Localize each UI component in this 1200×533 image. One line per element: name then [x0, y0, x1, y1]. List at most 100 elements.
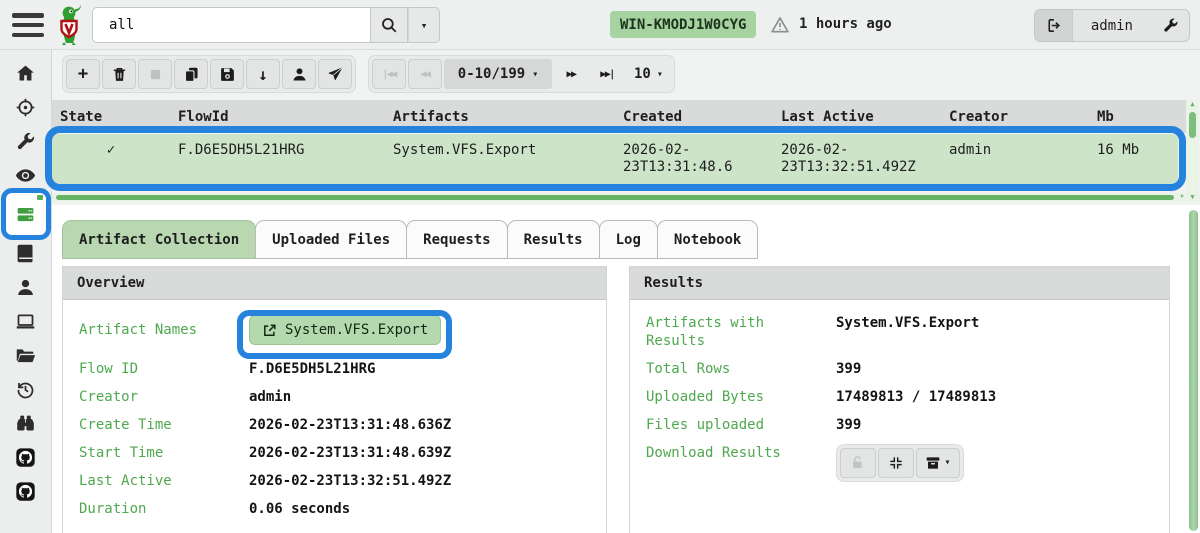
search-button[interactable] — [370, 7, 408, 43]
tab-log[interactable]: Log — [598, 220, 658, 259]
sidebar-item-github-repo[interactable] — [8, 474, 44, 508]
flow-table-row[interactable]: ✓ F.D6E5DH5L21HRG System.VFS.Export 2026… — [52, 134, 1178, 184]
vscroll-thumb[interactable] — [1189, 112, 1196, 138]
launch-flow-button[interactable] — [318, 59, 352, 89]
github-icon — [15, 447, 36, 468]
laptop-icon — [15, 311, 36, 332]
flow-creator-cell: admin — [949, 142, 992, 158]
pagination-group: |◀◀ ◀◀ 0-10/199 ▾ ▶▶ ▶▶| 10 ▾ — [368, 55, 675, 93]
sidebar-item-users[interactable] — [8, 270, 44, 304]
hscroll-thumb[interactable] — [56, 195, 1174, 200]
col-flowid[interactable]: FlowId — [170, 109, 385, 125]
sidebar-item-search[interactable] — [8, 406, 44, 440]
user-settings-button[interactable] — [1151, 10, 1189, 41]
overview-card-title: Overview — [63, 267, 606, 300]
copy-icon — [183, 66, 200, 83]
overview-row-start-time: Start Time 2026-02-23T13:31:48.639Z — [79, 444, 590, 462]
flows-table-header: State FlowId Artifacts Created Last Acti… — [52, 100, 1186, 133]
col-last-active[interactable]: Last Active — [773, 109, 941, 125]
table-horizontal-scrollbar[interactable]: ▸ — [52, 191, 1186, 202]
sidebar-item-vfs[interactable] — [8, 338, 44, 372]
sidebar-item-server-events[interactable] — [8, 158, 44, 192]
artifact-names-label: Artifact Names — [79, 322, 198, 338]
top-bar: ▾ WIN-KMODJ1W0CYG 1 hours ago admin — [0, 0, 1200, 50]
hostname-badge[interactable]: WIN-KMODJ1W0CYG — [610, 11, 757, 38]
scroll-right-icon[interactable]: ▸ — [1180, 191, 1185, 200]
sidebar-nav — [0, 50, 52, 533]
folder-open-icon — [15, 345, 36, 366]
sidebar-item-notebooks[interactable] — [8, 236, 44, 270]
col-mb[interactable]: Mb — [1089, 109, 1186, 125]
tab-uploaded-files[interactable]: Uploaded Files — [255, 220, 408, 259]
overview-row-create-time: Create Time 2026-02-23T13:31:48.636Z — [79, 416, 590, 434]
delete-flow-button[interactable] — [102, 59, 136, 89]
page-size-dropdown[interactable]: 10 ▾ — [626, 66, 671, 82]
logout-icon — [1045, 17, 1062, 34]
prev-page-button[interactable]: ◀◀ — [408, 59, 442, 89]
first-page-button[interactable]: |◀◀ — [372, 59, 406, 89]
sidebar-item-hunts[interactable] — [8, 90, 44, 124]
copy-flow-button[interactable] — [174, 59, 208, 89]
row-value: F.D6E5DH5L21HRG — [249, 361, 376, 377]
col-created[interactable]: Created — [615, 109, 773, 125]
sidebar-item-server-artifacts[interactable] — [8, 124, 44, 158]
save-collection-button[interactable] — [210, 59, 244, 89]
prepare-download-button[interactable] — [878, 448, 914, 478]
paper-plane-icon — [327, 66, 344, 83]
col-state[interactable]: State — [52, 109, 170, 125]
flow-last-active-cell: 2026-02-23T13:32:51.492Z — [781, 142, 916, 175]
wrench-icon — [15, 131, 36, 152]
caret-down-icon: ▾ — [656, 68, 663, 80]
sidebar-item-clients[interactable] — [8, 304, 44, 338]
row-label: Start Time — [79, 445, 164, 461]
wrench-icon — [1162, 17, 1179, 34]
lock-download-button[interactable] — [840, 448, 876, 478]
row-value: 17489813 / 17489813 — [836, 389, 997, 405]
logout-button[interactable] — [1034, 10, 1073, 41]
row-value: 399 — [836, 417, 862, 433]
scroll-up-icon[interactable]: ▲ — [1186, 100, 1199, 109]
prev-page-icon: ◀◀ — [420, 68, 431, 80]
flow-artifacts-cell: System.VFS.Export — [393, 142, 537, 158]
assign-user-button[interactable] — [282, 59, 316, 89]
sidebar-item-home[interactable] — [8, 56, 44, 90]
hamburger-menu-icon[interactable] — [12, 13, 44, 37]
sidebar-item-github-docs[interactable] — [8, 440, 44, 474]
flow-created-cell: 2026-02-23T13:31:48.6 — [623, 142, 733, 175]
overview-card: Overview Artifact Names System.VFS.Expor… — [62, 266, 607, 533]
tab-requests[interactable]: Requests — [406, 220, 508, 259]
overview-row-last-active: Last Active 2026-02-23T13:32:51.492Z — [79, 472, 590, 490]
flow-mb-cell: 16 Mb — [1097, 142, 1140, 158]
artifact-link-button[interactable]: System.VFS.Export — [249, 315, 442, 345]
sidebar-item-server-collections[interactable] — [4, 192, 47, 236]
overview-row-creator: Creator admin — [79, 388, 590, 406]
page-range-dropdown[interactable]: 0-10/199 ▾ — [444, 59, 552, 89]
scroll-down-icon[interactable]: ▼ — [1186, 193, 1199, 202]
sidebar-item-history[interactable] — [8, 372, 44, 406]
overview-row-duration: Duration 0.06 seconds — [79, 500, 590, 518]
trash-icon — [111, 66, 128, 83]
col-creator[interactable]: Creator — [941, 109, 1089, 125]
search-icon — [380, 16, 398, 34]
page-size-value: 10 — [634, 66, 651, 82]
tab-results[interactable]: Results — [506, 220, 600, 259]
page-vertical-scrollbar[interactable] — [1189, 210, 1198, 531]
tab-notebook[interactable]: Notebook — [656, 220, 759, 259]
table-vertical-scrollbar[interactable]: ▲ ▼ — [1186, 100, 1199, 202]
tab-artifact-collection[interactable]: Artifact Collection — [62, 220, 257, 259]
page-range-text: 0-10/199 — [457, 66, 526, 82]
next-page-button[interactable]: ▶▶ — [554, 59, 588, 89]
results-row-download: Download Results ▾ — [646, 444, 1153, 482]
search-options-dropdown[interactable]: ▾ — [408, 7, 440, 43]
stop-flow-button[interactable] — [138, 59, 172, 89]
username-button[interactable]: admin — [1073, 10, 1151, 41]
home-icon — [15, 63, 36, 84]
archive-download-button[interactable]: ▾ — [916, 448, 960, 478]
last-page-button[interactable]: ▶▶| — [590, 59, 624, 89]
search-input[interactable] — [92, 7, 370, 43]
history-clock-icon — [15, 379, 36, 400]
download-results-button[interactable]: ↓ — [246, 59, 280, 89]
col-artifacts[interactable]: Artifacts — [385, 109, 615, 125]
artifact-link-label: System.VFS.Export — [285, 322, 429, 338]
new-collection-button[interactable]: + — [66, 59, 100, 89]
